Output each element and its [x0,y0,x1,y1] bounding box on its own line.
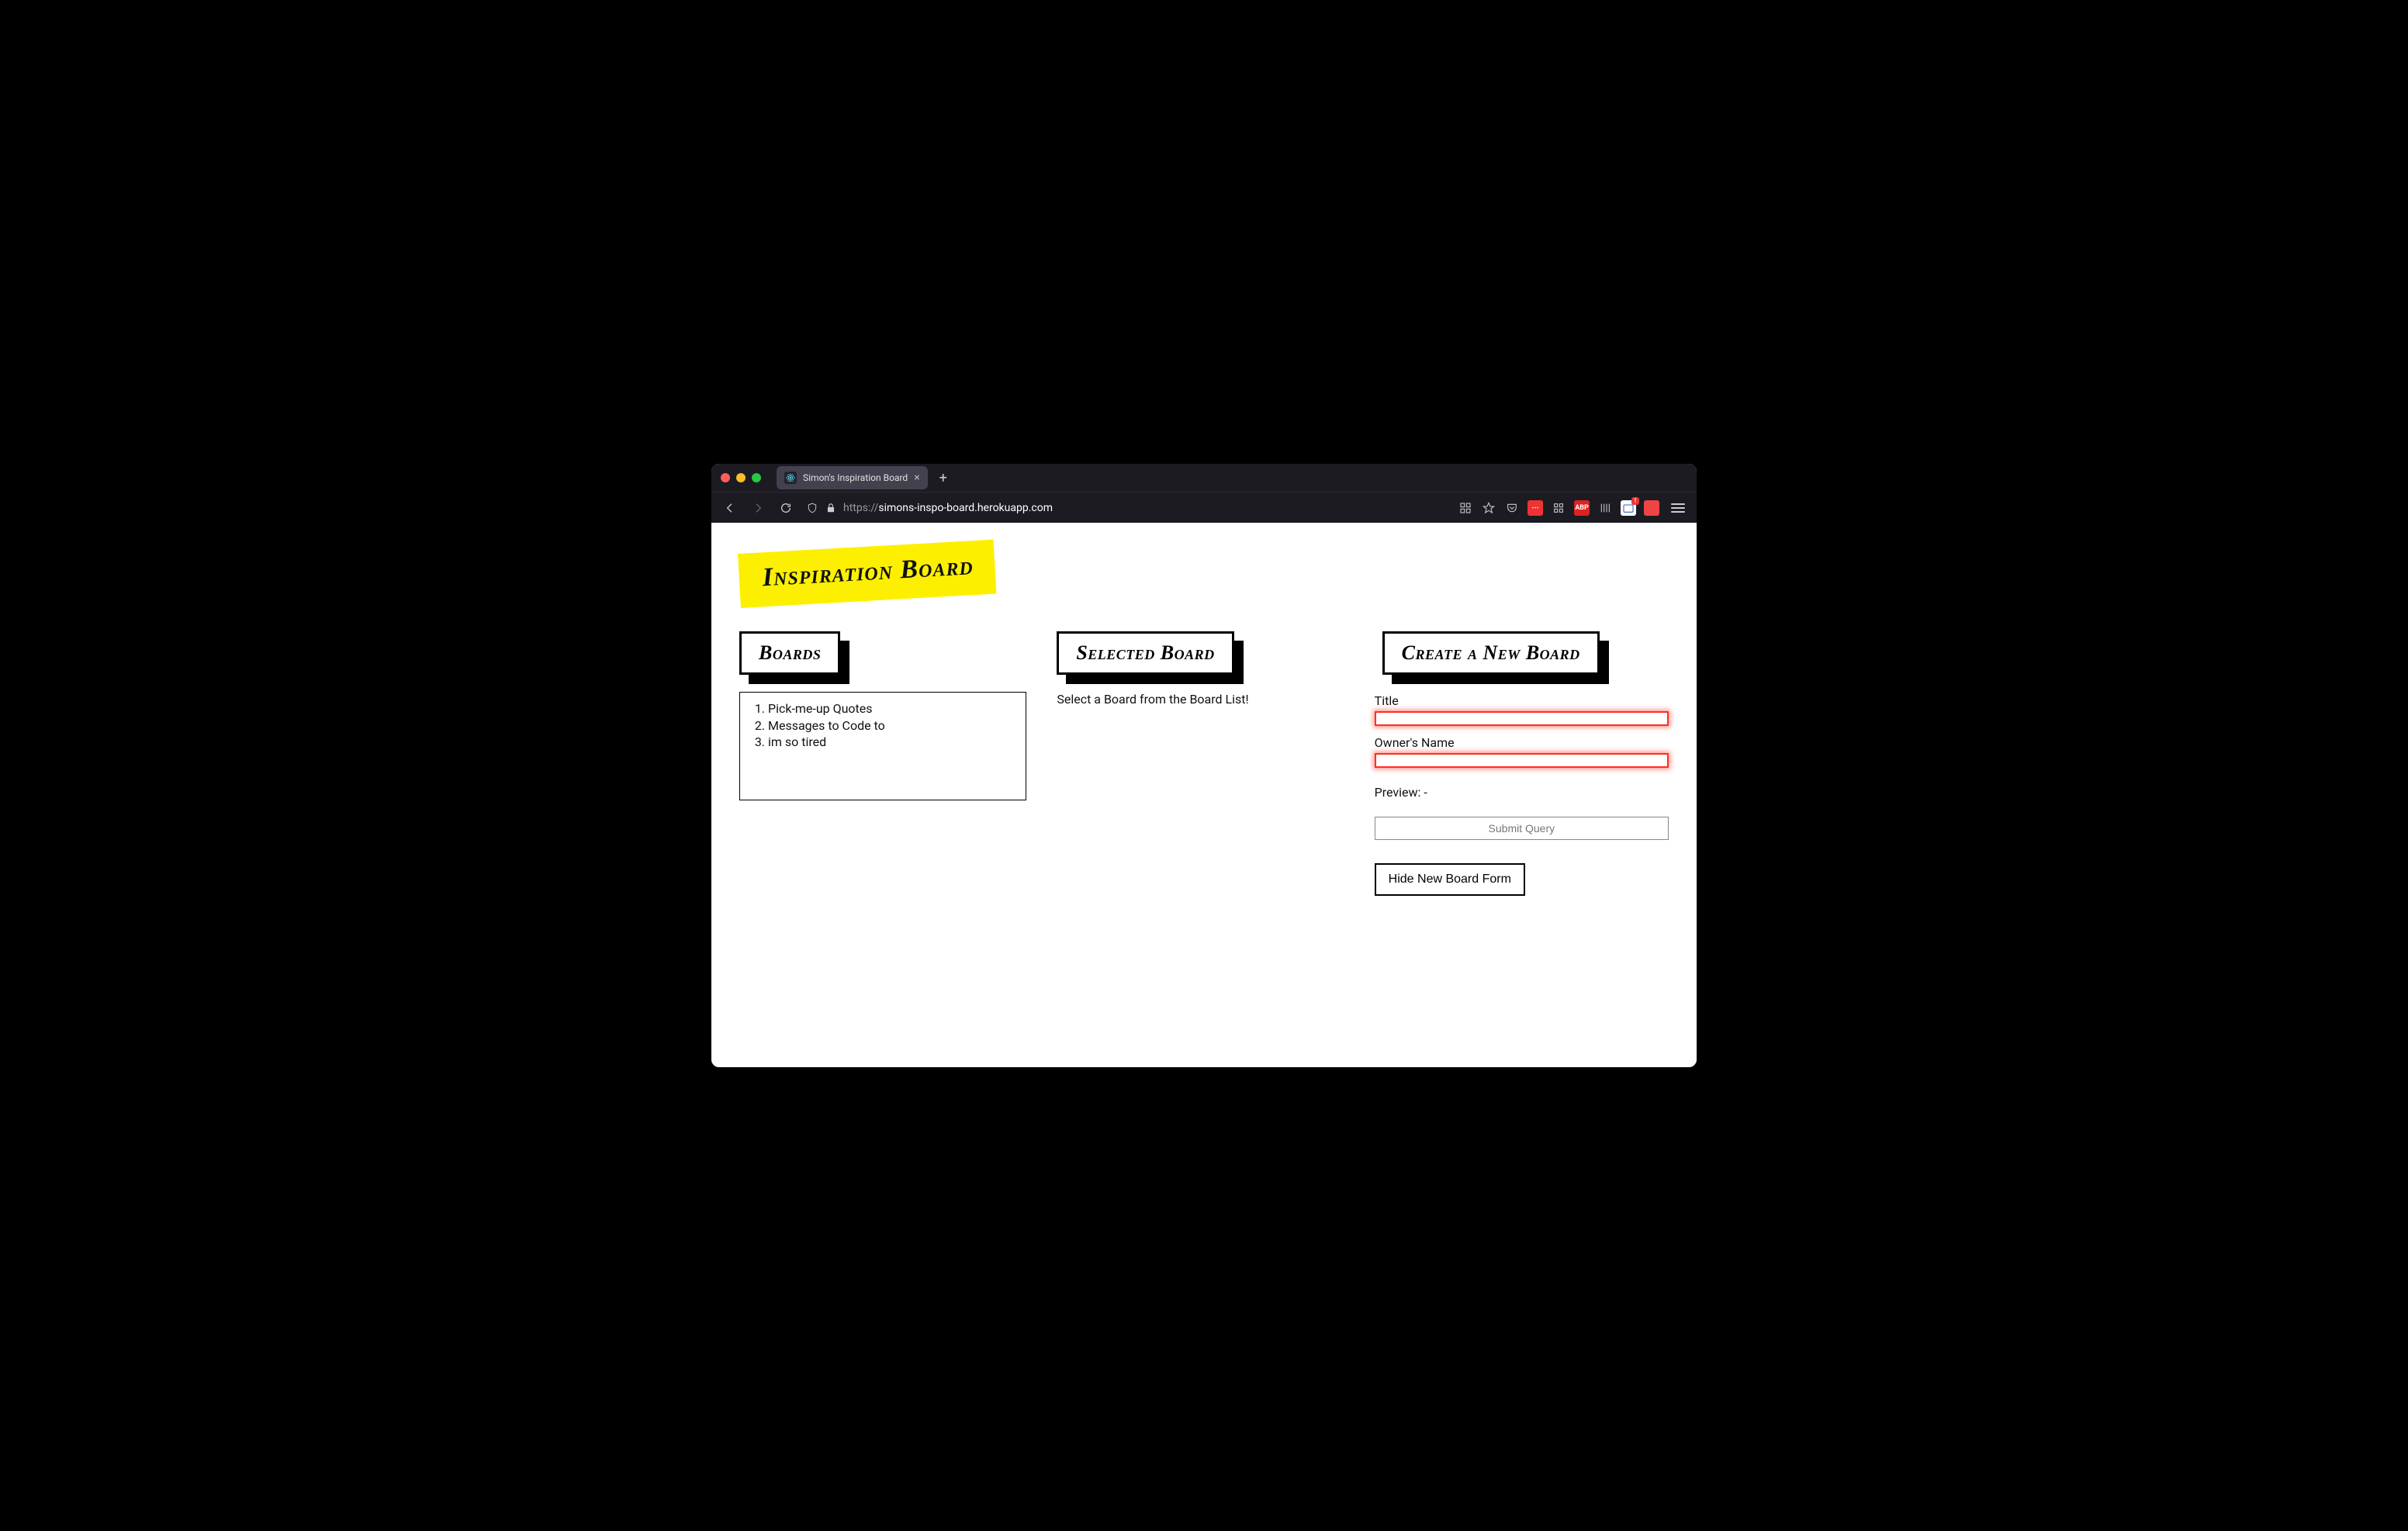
board-item[interactable]: im so tired [768,734,1013,751]
boards-list-box: Pick-me-up Quotes Messages to Code to im… [739,692,1026,800]
toolbar-extensions: ⋯ ABP ! [1458,497,1689,519]
board-item[interactable]: Messages to Code to [768,717,1013,734]
pocket-icon[interactable] [1504,500,1520,516]
lock-icon [825,502,837,514]
page-content: Inspiration Board Boards Pick-me-up Quot… [711,523,1697,1067]
react-favicon-icon [784,472,797,484]
titlebar: Simon's Inspiration Board × + [711,464,1697,492]
selected-header: Selected Board [1057,631,1233,675]
browser-tab[interactable]: Simon's Inspiration Board × [777,466,928,489]
owner-label: Owner's Name [1375,735,1669,750]
extension-red-2-icon[interactable] [1644,500,1659,516]
selected-message: Select a Board from the Board List! [1057,692,1351,707]
preview-text: Preview: - [1375,785,1669,800]
extension-red-1-icon[interactable]: ⋯ [1527,500,1543,516]
selected-section: Selected Board Select a Board from the B… [1057,631,1351,707]
submit-button[interactable]: Submit Query [1375,817,1669,840]
back-button[interactable] [719,497,741,519]
browser-toolbar: https://simons-inspo-board.herokuapp.com… [711,492,1697,523]
abp-icon[interactable]: ABP [1574,500,1590,516]
page-title-wrap: Inspiration Board [739,554,1669,608]
boards-header: Boards [739,631,840,675]
extension-puzzle-icon[interactable] [1551,500,1566,516]
selected-title: Selected Board [1057,631,1233,675]
title-label: Title [1375,693,1669,708]
new-board-form: Title Owner's Name Preview: - Submit Que… [1375,692,1669,840]
hamburger-icon [1671,503,1685,513]
close-tab-icon[interactable]: × [914,472,919,483]
bookmark-star-icon[interactable] [1481,500,1496,516]
grid-icon[interactable] [1458,500,1473,516]
create-header: Create a New Board [1382,631,1600,675]
url-host: simons-inspo-board.herokuapp.com [878,502,1053,514]
extension-badge-icon[interactable]: ! [1621,500,1636,516]
create-title: Create a New Board [1382,631,1600,675]
minimize-window-button[interactable] [736,473,746,482]
page-title: Inspiration Board [738,540,997,608]
boards-list: Pick-me-up Quotes Messages to Code to im… [746,700,1013,751]
close-window-button[interactable] [721,473,730,482]
app-menu-button[interactable] [1667,497,1689,519]
boards-title: Boards [739,631,840,675]
url-scheme: https:// [843,502,878,514]
window-controls [721,473,761,482]
url-text: https://simons-inspo-board.herokuapp.com [843,502,1053,514]
columns: Boards Pick-me-up Quotes Messages to Cod… [739,631,1669,896]
shield-icon [806,502,818,514]
title-input[interactable] [1375,711,1669,726]
browser-window: Simon's Inspiration Board × + https://si… [711,464,1697,1067]
board-item[interactable]: Pick-me-up Quotes [768,700,1013,717]
maximize-window-button[interactable] [752,473,761,482]
owner-input[interactable] [1375,753,1669,768]
create-section: Create a New Board Title Owner's Name Pr… [1375,631,1669,896]
tab-title: Simon's Inspiration Board [803,472,908,483]
boards-section: Boards Pick-me-up Quotes Messages to Cod… [739,631,1033,800]
address-bar[interactable]: https://simons-inspo-board.herokuapp.com [803,502,1053,514]
toggle-form-button[interactable]: Hide New Board Form [1375,863,1525,896]
extension-bars-icon[interactable] [1597,500,1613,516]
forward-button[interactable] [747,497,769,519]
new-tab-button[interactable]: + [934,470,953,486]
reload-button[interactable] [775,497,797,519]
